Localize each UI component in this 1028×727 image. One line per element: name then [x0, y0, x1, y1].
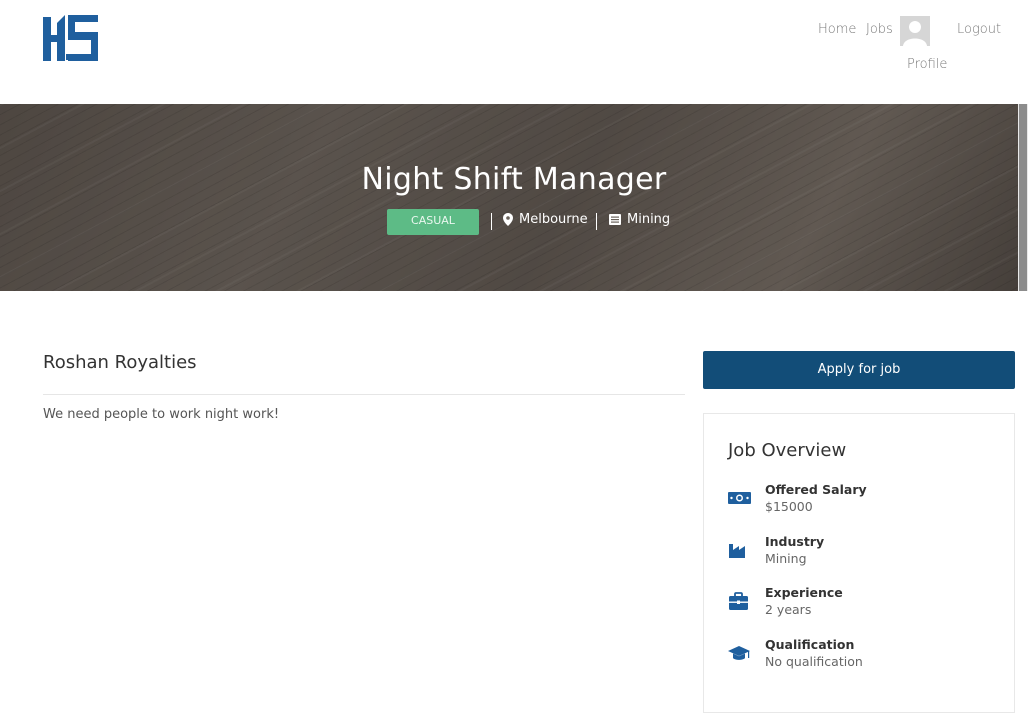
- nav-jobs-link[interactable]: Jobs: [866, 22, 893, 37]
- user-silhouette-icon: [900, 16, 930, 46]
- overview-value: $15000: [765, 499, 813, 514]
- overview-item-qualification: Qualification No qualification: [728, 637, 998, 673]
- site-header: Home Jobs Logout Profile: [0, 0, 1028, 104]
- overview-label: Qualification: [765, 637, 855, 652]
- overview-item-industry: Industry Mining: [728, 534, 998, 570]
- job-type-badge: CASUAL: [387, 209, 479, 235]
- job-location: Melbourne: [503, 212, 588, 227]
- overview-item-experience: Experience 2 years: [728, 585, 998, 621]
- hero-divider: [596, 213, 597, 230]
- hs-logo[interactable]: [42, 11, 100, 61]
- overview-value: 2 years: [765, 602, 812, 617]
- briefcase-icon: [729, 592, 748, 610]
- job-description: We need people to work night work!: [43, 407, 280, 422]
- overview-label: Experience: [765, 585, 843, 600]
- scrollbar-track[interactable]: [1018, 104, 1028, 291]
- nav-logout-link[interactable]: Logout: [957, 22, 1001, 37]
- nav-profile-link[interactable]: Profile: [907, 57, 947, 72]
- factory-icon: [729, 544, 745, 558]
- company-name: Roshan Royalties: [43, 352, 197, 373]
- overview-item-salary: Offered Salary $15000: [728, 482, 998, 518]
- job-title: Night Shift Manager: [361, 162, 667, 197]
- job-overview-title: Job Overview: [728, 440, 847, 461]
- avatar[interactable]: [900, 16, 930, 46]
- hero-divider: [491, 213, 492, 230]
- nav-home-link[interactable]: Home: [818, 22, 856, 37]
- job-location-text: Melbourne: [519, 212, 588, 227]
- overview-label: Offered Salary: [765, 482, 867, 497]
- apply-for-job-button[interactable]: Apply for job: [703, 351, 1015, 389]
- hero-overlay: [0, 104, 1028, 291]
- list-icon: [609, 214, 621, 225]
- content-divider: [43, 394, 685, 395]
- overview-label: Industry: [765, 534, 825, 549]
- overview-value: No qualification: [765, 654, 863, 669]
- job-overview-panel: Job Overview Offered Salary $15000 Indus…: [703, 413, 1015, 713]
- job-industry: Mining: [609, 212, 670, 227]
- job-hero-banner: Night Shift Manager CASUAL Melbourne Min…: [0, 104, 1028, 291]
- graduation-cap-icon: [728, 646, 750, 660]
- money-icon: [728, 492, 751, 504]
- map-pin-icon: [503, 213, 513, 226]
- overview-value: Mining: [765, 551, 807, 566]
- scrollbar-thumb[interactable]: [1019, 104, 1027, 291]
- job-industry-text: Mining: [627, 212, 671, 227]
